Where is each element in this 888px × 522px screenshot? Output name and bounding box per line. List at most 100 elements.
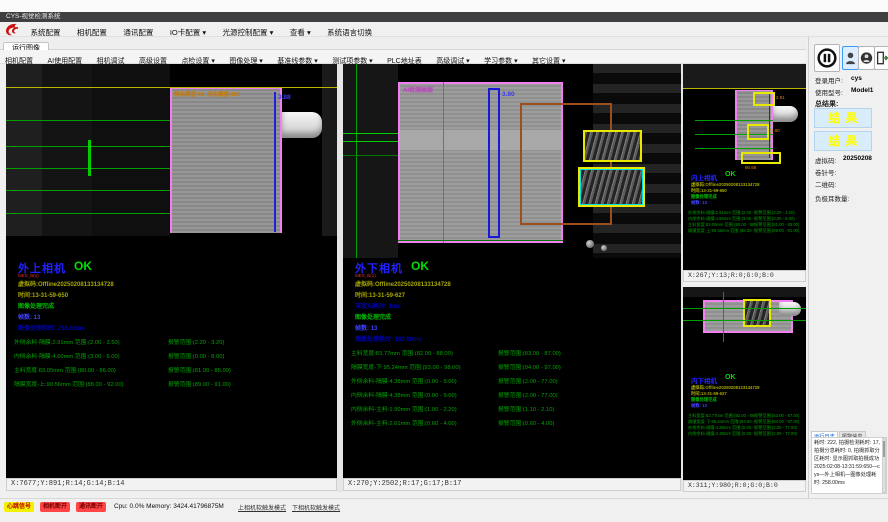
camera-result-ok: OK <box>411 259 429 273</box>
window-title: CYS-视觉检测系统 <box>6 13 61 20</box>
log-scrollbar-thumb[interactable] <box>883 441 885 457</box>
tab-detect-box <box>583 130 642 162</box>
control-panel: 登录用户: cys 使用型号: Model1 总结果: 结果 结果 虚拟码: 2… <box>808 37 888 498</box>
overlay-green-line <box>723 292 724 342</box>
exit-button[interactable] <box>874 46 888 70</box>
mes-tag: MES_B(1) <box>18 273 39 278</box>
admin-user-button[interactable] <box>858 46 875 70</box>
separator-film-region <box>170 88 282 233</box>
logout-door-icon <box>876 51 888 65</box>
log-scrollbar[interactable] <box>882 438 886 493</box>
model-value[interactable]: Model1 <box>851 87 873 94</box>
annotation-label: 2.91 <box>776 95 785 100</box>
measurement-row: 内侧余料-隔膜:4.60mm 范围:(3.00 - 6.00) 报警范围:(0.… <box>14 351 224 360</box>
qr-code-label: 二维码: <box>815 179 836 189</box>
model-label: 使用型号: <box>815 87 843 97</box>
annotation-label: 90.56 <box>745 165 756 170</box>
measurement-row: 外侧余料-主料:2.61mm 范围:(0.60 - 4.00) 报警范围:(0.… <box>351 418 554 427</box>
virtual-code-line: 虚拟码:Offline20250208133134728 <box>355 279 451 288</box>
measurement-value: 外侧余料-隔膜:2.91mm 范围:(2.00 - 3.50) <box>14 337 168 346</box>
tape-tab <box>282 112 322 138</box>
mini-top-status-bar: X:267;Y:13;R:0;G:0;B:0 <box>683 270 806 282</box>
frame-count-line: 帧数: 13 <box>355 323 377 332</box>
measurement-value: 隔膜宽度-上:90.56mm 范围:(88.00 - 92.00) <box>14 379 168 388</box>
overlay-green-line <box>695 120 773 121</box>
tab-detect-box <box>747 124 769 140</box>
operator-user-button[interactable] <box>842 46 859 70</box>
comm-status-badge: 通讯断开 <box>76 502 106 512</box>
window-status-bar: 心跳信号 相机断开 通讯断开 Cpu: 0.0% Memory: 3424.41… <box>0 498 888 514</box>
blue-measure-label: 3.80 <box>502 91 515 98</box>
overlay-green-line <box>683 320 806 321</box>
middle-view-status-bar: X:270;Y:2502;R:17;G:17;B:17 <box>343 478 681 491</box>
overlay-green-marker <box>88 140 91 176</box>
measurement-value: 外侧余料-主料:2.61mm 范围:(0.60 - 4.00) <box>351 418 498 427</box>
measurement-value: 内侧余料-主料:1.90mm 范围:(1.00 - 2.20) <box>351 404 498 413</box>
time-line: 时间:13-31-59-650 <box>18 290 68 299</box>
menu-bar: 系统配置 相机配置 通讯配置 IO卡配置 ▾ 光源控制配置 ▾ 查看 ▾ 系统语… <box>0 22 888 37</box>
annotation-label: 4.60 <box>771 128 780 133</box>
measurement-alarm: 报警范围:(83.00 - 87.00) <box>498 348 561 357</box>
process-done-line: 图像处理完成 <box>18 301 54 310</box>
pause-button[interactable] <box>814 44 840 72</box>
tab-detect-box <box>578 167 645 207</box>
overlay-green-line <box>356 64 357 258</box>
measurement-row: 内侧余料-主料:1.90mm 范围:(1.00 - 2.20) 报警范围:(1.… <box>351 404 554 413</box>
bolt <box>586 240 594 248</box>
roi-blue-box <box>488 88 500 238</box>
measurement-alarm: 报警范围:(2.20 - 3.20) <box>168 337 224 346</box>
process-time-line: 图像处理耗时: 258.00ms <box>18 323 85 332</box>
measurement-value: 主料宽度:83.05mm 范围:(80.00 - 86.00) <box>14 365 168 374</box>
machine-band <box>322 64 337 236</box>
lower-camera-trigger-mode: 下相机软触发模式 <box>292 503 340 512</box>
process-time-line: 图像处理耗时: 183.00ms <box>355 334 422 343</box>
measurement-row: 主料宽度:83.05mm 范围:(80.00 - 86.00) 报警范围:(81… <box>14 365 231 374</box>
measurement-alarm: 报警范围:(2.00 - 77.00) <box>754 431 797 437</box>
login-user-value: cys <box>851 75 862 82</box>
upper-camera-trigger-mode: 上相机软触发模式 <box>238 503 286 512</box>
tab-detect-box <box>741 152 781 164</box>
measurement-value: 内侧余料-隔膜:4.38mm 范围:(0.00 - 9.00) <box>688 431 754 437</box>
pin-number-label: 卷针号: <box>815 167 836 177</box>
measurement-alarm: 报警范围:(81.00 - 85.00) <box>168 365 231 374</box>
measurement-value: 内侧余料-隔膜:4.60mm 范围:(3.00 - 6.00) <box>14 351 168 360</box>
blue-measure-label: 3.88 <box>278 94 291 101</box>
camera-result-ok: OK <box>74 259 92 273</box>
cursor-pixel-info: X:270;Y:2502;R:17;G:17;B:17 <box>348 480 461 488</box>
tab-detect-box <box>743 299 771 327</box>
camera-view-outer-upper[interactable]: 静态阈值:93, 动态阈值:100 3.88 外上相机 OK MES_B(1) … <box>6 64 337 478</box>
measurement-alarm: 报警范围:(89.00 - 91.00) <box>168 379 231 388</box>
measurement-alarm: 报警范围:(2.00 - 77.00) <box>498 390 558 399</box>
camera-view-inner-upper[interactable]: 2.91 4.60 90.56 内上相机 OK 虚拟码:Offline20250… <box>683 64 806 270</box>
camera-view-inner-lower[interactable]: 内下相机 OK 虚拟码:Offline20250208133134728 时间:… <box>683 287 806 480</box>
overlay-green-line <box>443 82 444 243</box>
result-text: 结果 <box>828 134 862 148</box>
overlay-yellow-line <box>683 88 806 89</box>
ai-region-label: AI检测画面 <box>403 85 433 94</box>
measurement-alarm: 报警范围:(1.10 - 2.10) <box>498 404 554 413</box>
result-badge-upper: 结果 <box>814 108 872 128</box>
pause-icon <box>817 48 837 68</box>
measurement-row: 隔膜宽度-上:90.56mm 范围:(88.00 - 92.00) 报警范围:(… <box>688 228 799 234</box>
log-view[interactable]: 耗时: 222, 拍摄检测耗时: 17, 拍摄分息耗时: 0, 拍摄抓取分区耗时… <box>811 437 887 494</box>
overlay-green-line <box>683 308 806 309</box>
measurement-value: 内侧余料-隔膜:4.38mm 范围:(0.00 - 9.00) <box>351 390 498 399</box>
mini-bottom-status-bar: X:311;Y:980;R:0;G:0;B:0 <box>683 480 806 492</box>
measurement-alarm: 报警范围:(2.00 - 77.00) <box>498 376 558 385</box>
measurement-alarm: 报警范围:(94.00 - 97.00) <box>498 362 561 371</box>
virtual-code-line: 虚拟码:Offline20250208133134728 <box>18 279 114 288</box>
camera-view-outer-lower[interactable]: AI检测画面 3.80 外下相机 OK MES_B(1) 虚拟码:Offline… <box>343 64 681 478</box>
tape-tab <box>773 106 798 122</box>
overlay-green-line <box>695 148 773 149</box>
virtual-code-value: 20250208 <box>843 155 872 162</box>
user-badge-icon <box>860 51 873 65</box>
camera-title: 内上相机 <box>691 172 717 182</box>
user-icon <box>845 51 856 65</box>
machine-band <box>683 64 806 89</box>
left-view-status-bar: X:7677;Y:891;R:14;G:14;B:14 <box>6 478 337 491</box>
log-entry: 耗时: 222, 拍摄检测耗时: 17, 拍摄分息耗时: 0, 拍摄抓取分区耗时… <box>814 439 882 487</box>
measurement-alarm: 报警范围:(0.60 - 4.00) <box>498 418 554 427</box>
heartbeat-status-badge: 心跳信号 <box>4 502 34 512</box>
neg-tab-count-label: 负极耳数量: <box>815 193 849 203</box>
measurement-value: 主料宽度:83.77mm 范围:(82.00 - 88.00) <box>351 348 498 357</box>
